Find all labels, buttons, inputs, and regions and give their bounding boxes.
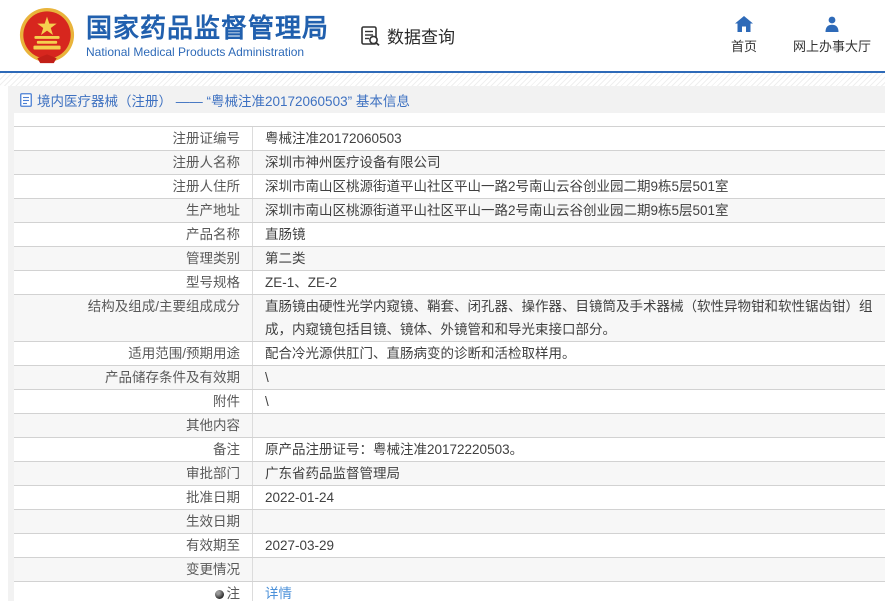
row-value: 直肠镜 bbox=[265, 227, 306, 242]
row-value: 第二类 bbox=[265, 251, 306, 266]
table-row: 注册人名称 深圳市神州医疗设备有限公司 bbox=[14, 151, 885, 175]
nmpa-emblem-logo bbox=[19, 7, 75, 63]
site-header: 国家药品监督管理局 National Medical Products Admi… bbox=[0, 0, 885, 71]
org-name-en: National Medical Products Administration bbox=[86, 44, 305, 59]
table-row: 其他内容 bbox=[14, 414, 885, 438]
nav-home-label: 首页 bbox=[730, 39, 757, 54]
org-logo-block[interactable]: 国家药品监督管理局 National Medical Products Admi… bbox=[18, 7, 329, 65]
row-value bbox=[253, 510, 885, 533]
document-icon bbox=[20, 92, 32, 107]
nav-home[interactable]: 首页 bbox=[731, 16, 757, 55]
table-row: 生效日期 bbox=[14, 510, 885, 534]
row-value bbox=[253, 414, 885, 437]
table-row: 型号规格 ZE-1、ZE-2 bbox=[14, 271, 885, 295]
info-table: 注册证编号 粤械注准20172060503 注册人名称 深圳市神州医疗设备有限公司 注册… bbox=[14, 126, 885, 601]
row-label: 注册人名称 bbox=[14, 151, 253, 174]
table-row: 注详情 bbox=[14, 582, 885, 601]
table-row: 结构及组成/主要组成成分 直肠镜由硬性光学内窥镜、鞘套、闭孔器、操作器、目镜筒及手… bbox=[14, 295, 885, 342]
row-value: \ bbox=[265, 394, 269, 409]
table-row: 管理类别 第二类 bbox=[14, 247, 885, 271]
table-row: 生产地址 深圳市南山区桃源街道平山社区平山一路2号南山云谷创业园二期9栋5层501… bbox=[14, 199, 885, 223]
org-name-cn: 国家药品监督管理局 bbox=[86, 12, 330, 43]
row-value: 广东省药品监督管理局 bbox=[265, 466, 400, 481]
row-label: 生产地址 bbox=[14, 199, 253, 222]
table-row: 注册人住所 深圳市南山区桃源街道平山社区平山一路2号南山云谷创业园二期9栋5层50… bbox=[14, 175, 885, 199]
row-value: \ bbox=[265, 370, 269, 385]
hatch-strip bbox=[0, 73, 885, 86]
table-row: 有效期至 2027-03-29 bbox=[14, 534, 885, 558]
nav-online-hall-label: 网上办事大厅 bbox=[792, 39, 871, 54]
row-value: 原产品注册证号：粤械注准20172220503。 bbox=[265, 442, 524, 457]
data-query-section[interactable]: 数据查询 bbox=[359, 23, 455, 48]
row-label: 审批部门 bbox=[14, 462, 253, 485]
top-nav: 首页 网上办事大厅 bbox=[731, 16, 871, 55]
data-query-label: 数据查询 bbox=[387, 28, 456, 47]
row-label: 产品储存条件及有效期 bbox=[14, 366, 253, 389]
table-row: 变更情况 bbox=[14, 558, 885, 582]
row-value: ZE-1、ZE-2 bbox=[265, 275, 338, 290]
row-label: 备注 bbox=[14, 438, 253, 461]
row-label: 适用范围/预期用途 bbox=[14, 342, 253, 365]
detail-link[interactable]: 详情 bbox=[265, 586, 292, 601]
table-wrap: 注册证编号 粤械注准20172060503 注册人名称 深圳市神州医疗设备有限公司 注册… bbox=[14, 113, 885, 601]
table-row: 备注 原产品注册证号：粤械注准20172220503。 bbox=[14, 438, 885, 462]
table-row: 产品储存条件及有效期 \ bbox=[14, 366, 885, 390]
row-label: 生效日期 bbox=[14, 510, 253, 533]
note-icon bbox=[214, 589, 224, 599]
row-label: 附件 bbox=[14, 390, 253, 413]
row-label: 注册证编号 bbox=[14, 127, 253, 150]
table-row: 审批部门 广东省药品监督管理局 bbox=[14, 462, 885, 486]
row-label: 其他内容 bbox=[14, 414, 253, 437]
page: 国家药品监督管理局 National Medical Products Admi… bbox=[0, 0, 885, 601]
row-value: 配合冷光源供肛门、直肠病变的诊断和活检取样用。 bbox=[265, 346, 576, 361]
row-value: 粤械注准20172060503 bbox=[265, 131, 402, 146]
row-value bbox=[253, 558, 885, 581]
row-label: 结构及组成/主要组成成分 bbox=[14, 295, 253, 341]
row-label: 产品名称 bbox=[14, 223, 253, 246]
table-row: 注册证编号 粤械注准20172060503 bbox=[14, 126, 885, 151]
row-value: 2022-01-24 bbox=[265, 490, 335, 505]
org-names: 国家药品监督管理局 National Medical Products Admi… bbox=[86, 13, 329, 59]
content-area: 境内医疗器械（注册） —— “粤械注准20172060503” 基本信息 注册证… bbox=[8, 86, 885, 601]
row-label: 变更情况 bbox=[14, 558, 253, 581]
person-icon bbox=[825, 16, 839, 32]
row-label: 型号规格 bbox=[14, 271, 253, 294]
row-value: 2027-03-29 bbox=[265, 538, 335, 553]
row-value: 深圳市神州医疗设备有限公司 bbox=[265, 155, 441, 170]
row-label: 有效期至 bbox=[14, 534, 253, 557]
row-value: 深圳市南山区桃源街道平山社区平山一路2号南山云谷创业园二期9栋5层501室 bbox=[265, 203, 729, 218]
data-query-icon bbox=[361, 25, 380, 46]
table-row: 批准日期 2022-01-24 bbox=[14, 486, 885, 510]
breadcrumb: 境内医疗器械（注册） —— “粤械注准20172060503” 基本信息 bbox=[8, 86, 885, 113]
nav-online-hall[interactable]: 网上办事大厅 bbox=[793, 16, 871, 55]
table-row: 产品名称 直肠镜 bbox=[14, 223, 885, 247]
home-icon bbox=[734, 16, 753, 32]
table-row: 适用范围/预期用途 配合冷光源供肛门、直肠病变的诊断和活检取样用。 bbox=[14, 342, 885, 366]
breadcrumb-text: 境内医疗器械（注册） —— “粤械注准20172060503” 基本信息 bbox=[37, 93, 410, 109]
row-label: 注 bbox=[14, 582, 253, 601]
row-label: 管理类别 bbox=[14, 247, 253, 270]
row-label: 批准日期 bbox=[14, 486, 253, 509]
row-value: 深圳市南山区桃源街道平山社区平山一路2号南山云谷创业园二期9栋5层501室 bbox=[265, 179, 729, 194]
row-value: 详情 bbox=[253, 582, 885, 601]
table-row: 附件 \ bbox=[14, 390, 885, 414]
row-value: 直肠镜由硬性光学内窥镜、鞘套、闭孔器、操作器、目镜筒及手术器械（软性异物钳和软性… bbox=[265, 299, 873, 337]
row-label: 注册人住所 bbox=[14, 175, 253, 198]
